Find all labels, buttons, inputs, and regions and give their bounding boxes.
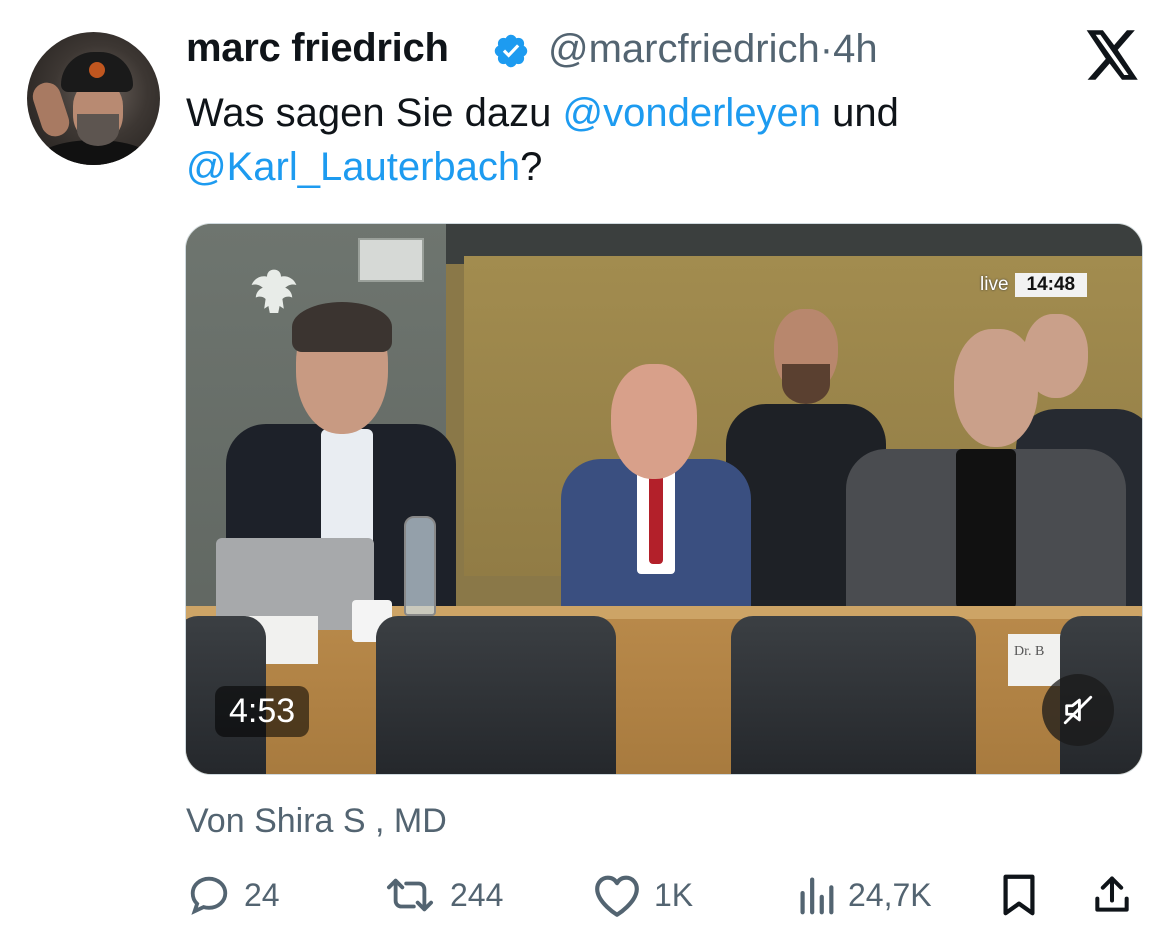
views-count: 24,7K [848, 876, 932, 913]
x-logo-icon[interactable] [1086, 30, 1140, 80]
live-badge: live 14:48 [976, 272, 1088, 298]
reply-button[interactable]: 24 [186, 872, 280, 918]
author-handle-time[interactable]: @marcfriedrich·4h [548, 27, 878, 72]
wall-notice [358, 238, 424, 282]
cap-logo [89, 62, 105, 78]
reply-count: 24 [244, 876, 280, 913]
nameplate-right-text: Dr. B [1014, 644, 1045, 659]
repost-button[interactable]: 244 [382, 872, 503, 918]
bookmark-icon [1003, 874, 1035, 916]
tweet-time[interactable]: 4h [833, 27, 878, 71]
muted-speaker-icon [1063, 695, 1093, 725]
tweet-text-middle: und [821, 91, 899, 135]
like-count: 1K [654, 876, 694, 913]
views-button[interactable]: 24,7K [796, 872, 932, 918]
video-player[interactable]: en Dr. B live 14:48 4:53 [185, 223, 1143, 775]
chair-2 [376, 616, 616, 774]
share-button[interactable] [1090, 872, 1134, 918]
heart-icon [595, 875, 639, 917]
live-time: 14:48 [1014, 273, 1088, 297]
verified-badge-icon [494, 34, 528, 68]
video-duration: 4:53 [215, 686, 310, 737]
mention-vonderleyen[interactable]: @vonderleyen [563, 91, 822, 135]
author-display-name[interactable]: marc friedrich [186, 26, 449, 71]
reply-icon [190, 876, 228, 915]
source-attribution[interactable]: Von Shira S , MD [186, 802, 447, 841]
separator-dot: · [819, 27, 834, 71]
tweet-text-suffix: ? [520, 145, 543, 189]
repost-icon [387, 878, 434, 912]
chair-3 [731, 616, 976, 774]
tweet-text-prefix: Was sagen Sie dazu [186, 91, 563, 135]
desk [186, 619, 1142, 774]
author-handle[interactable]: @marcfriedrich [548, 27, 820, 71]
views-icon [800, 877, 834, 915]
author-avatar[interactable] [27, 32, 160, 165]
avatar-beard [77, 114, 119, 146]
share-icon [1095, 876, 1129, 912]
like-button[interactable]: 1K [592, 872, 693, 918]
mention-karl-lauterbach[interactable]: @Karl_Lauterbach [186, 145, 520, 189]
water-bottle [404, 516, 436, 616]
bookmark-button[interactable] [998, 872, 1040, 918]
federal-eagle-icon [251, 269, 297, 313]
tweet-text: Was sagen Sie dazu @vonderleyen und @Kar… [186, 86, 1086, 194]
live-label: live [980, 274, 1009, 295]
repost-count: 244 [450, 876, 504, 913]
mute-button[interactable] [1042, 674, 1114, 746]
